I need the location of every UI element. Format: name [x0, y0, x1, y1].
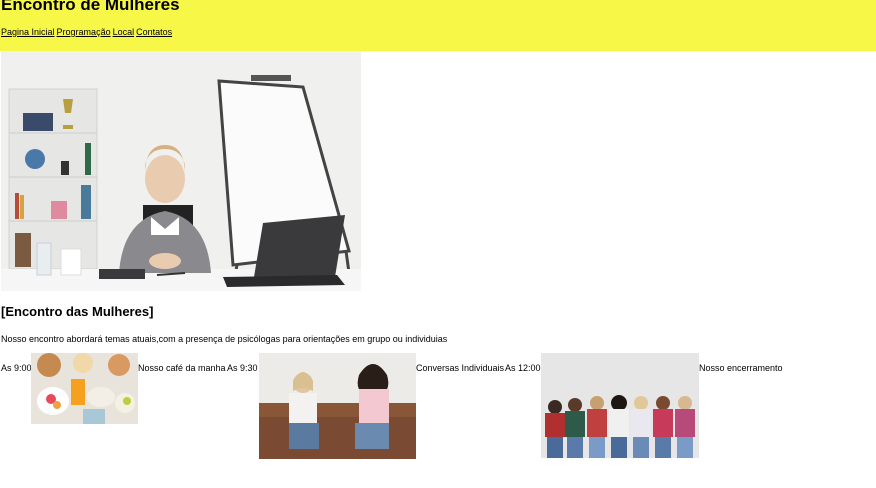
schedule-caption-1: Nosso café da manha: [138, 363, 226, 373]
main-nav: Pagina Inicial Programação Local Contatos: [1, 26, 174, 38]
schedule-time-2: As 9:30: [227, 363, 258, 373]
nav-link-local[interactable]: Local: [113, 27, 135, 37]
site-header: Encontro de Mulheres Pagina Inicial Progr…: [0, 0, 876, 51]
schedule-time-1: As 9:00: [1, 363, 32, 373]
hero-image: [1, 51, 361, 291]
schedule-caption-3: Nosso encerramento: [699, 363, 783, 373]
group-image: [541, 353, 699, 458]
site-title: Encontro de Mulheres: [1, 0, 180, 14]
breakfast-image: [31, 353, 138, 424]
nav-link-pagina-inicial[interactable]: Pagina Inicial: [1, 27, 55, 37]
schedule-caption-2: Conversas Individuais: [416, 363, 505, 373]
event-description: Nosso encontro abordará temas atuais,com…: [1, 334, 448, 344]
schedule-time-3: As 12:00: [505, 363, 541, 373]
section-title: [Encontro das Mulheres]: [1, 304, 154, 319]
nav-link-programacao[interactable]: Programação: [57, 27, 111, 37]
conversation-image: [259, 353, 416, 459]
nav-link-contatos[interactable]: Contatos: [136, 27, 172, 37]
